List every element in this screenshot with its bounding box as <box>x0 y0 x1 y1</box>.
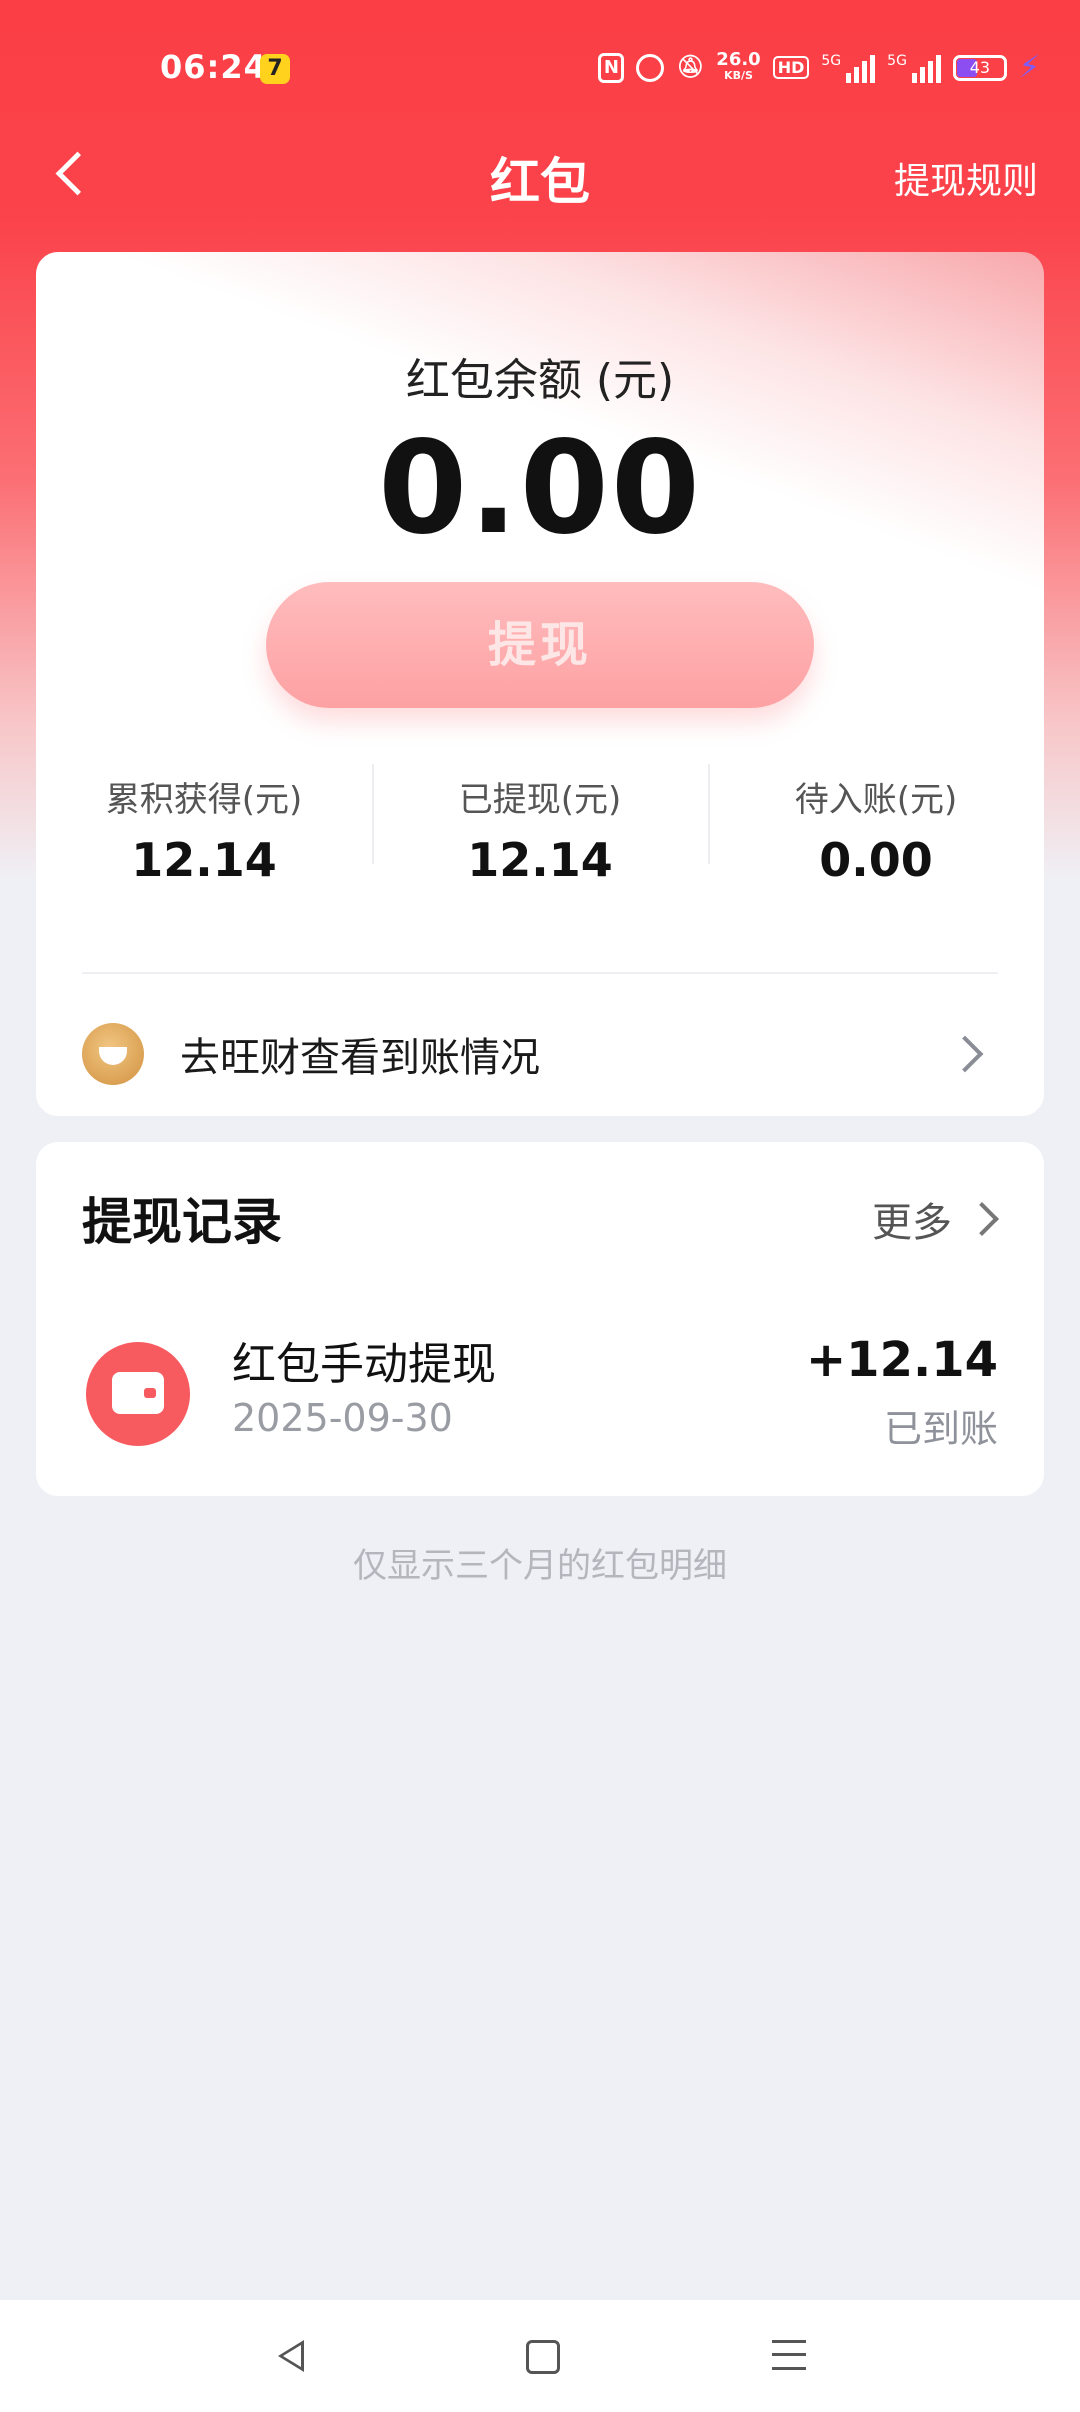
nfc-icon: N <box>598 52 625 83</box>
balance-amount: 0.00 <box>378 414 702 563</box>
alarm-icon <box>636 53 665 82</box>
battery-icon: 43 <box>952 54 1007 81</box>
record-date: 2025-09-30 <box>232 1396 453 1440</box>
system-nav-bar <box>0 2300 1080 2412</box>
network-speed-unit: KB/S <box>724 68 753 82</box>
battery-level: 43 <box>969 57 991 77</box>
wangcai-link-text: 去旺财查看到账情况 <box>180 1035 540 1081</box>
stat-pending: 待入账(元) 0.00 <box>708 764 1044 892</box>
stat-value: 12.14 <box>131 833 277 887</box>
records-more-button[interactable]: 更多 <box>872 1190 999 1248</box>
more-label: 更多 <box>872 1200 952 1246</box>
records-title: 提现记录 <box>82 1193 282 1251</box>
record-name: 红包手动提现 <box>232 1339 496 1390</box>
record-status: 已到账 <box>883 1407 998 1451</box>
withdraw-button[interactable]: 提现 <box>266 582 814 708</box>
list-item[interactable]: 红包手动提现 2025-09-30 +12.14 已到账 <box>86 1328 998 1458</box>
status-bar: 06:24 7 N 🔕︎ 26.0 KB/S HD 5G 5G 43 ⚡︎ <box>0 0 1080 140</box>
signal-2-label: 5G <box>887 52 907 69</box>
status-time: 06:24 <box>160 48 267 86</box>
stat-label: 待入账(元) <box>794 780 958 820</box>
stat-label: 已提现(元) <box>458 780 622 820</box>
network-speed: 26.0 KB/S <box>716 48 761 84</box>
bolt-icon: ⚡︎ <box>1018 50 1040 85</box>
stat-value: 0.00 <box>819 833 933 887</box>
coin-icon <box>82 1023 144 1085</box>
signal-icon-2: 5G <box>887 53 941 83</box>
signal-1-label: 5G <box>821 52 842 69</box>
withdraw-rules-link[interactable]: 提现规则 <box>894 152 1038 204</box>
wangcai-link-row[interactable]: 去旺财查看到账情况 <box>82 1012 998 1096</box>
hd-icon: HD <box>772 56 810 79</box>
stat-value: 12.14 <box>467 833 613 887</box>
stat-withdrawn: 已提现(元) 12.14 <box>372 764 708 892</box>
chevron-right-icon <box>946 1035 984 1073</box>
status-icons: N 🔕︎ 26.0 KB/S HD 5G 5G 43 ⚡︎ <box>598 50 1040 85</box>
records-footnote: 仅显示三个月的红包明细 <box>353 1546 727 1586</box>
divider <box>82 972 998 974</box>
balance-label: 红包余额 (元) <box>405 355 675 406</box>
stat-label: 累积获得(元) <box>105 780 303 820</box>
chevron-right-icon <box>965 1202 999 1236</box>
menu-lines-icon[interactable] <box>772 2340 806 2370</box>
wallet-icon <box>86 1342 190 1446</box>
app-notification-icon: 7 <box>260 54 290 84</box>
withdraw-records-card: 提现记录 更多 红包手动提现 2025-09-30 +12.14 已到账 <box>36 1142 1044 1496</box>
balance-stats: 累积获得(元) 12.14 已提现(元) 12.14 待入账(元) 0.00 <box>36 764 1044 892</box>
square-home-icon[interactable] <box>526 2340 560 2374</box>
balance-card: 红包余额 (元) 0.00 提现 累积获得(元) 12.14 已提现(元) 12… <box>36 252 1044 1116</box>
mute-icon: 🔕︎ <box>676 55 705 80</box>
network-speed-value: 26.0 <box>716 48 761 70</box>
stat-total-earned: 累积获得(元) 12.14 <box>36 772 372 892</box>
signal-icon-1: 5G <box>821 52 876 83</box>
record-amount: +12.14 <box>805 1332 998 1388</box>
triangle-back-icon[interactable] <box>278 2340 304 2372</box>
